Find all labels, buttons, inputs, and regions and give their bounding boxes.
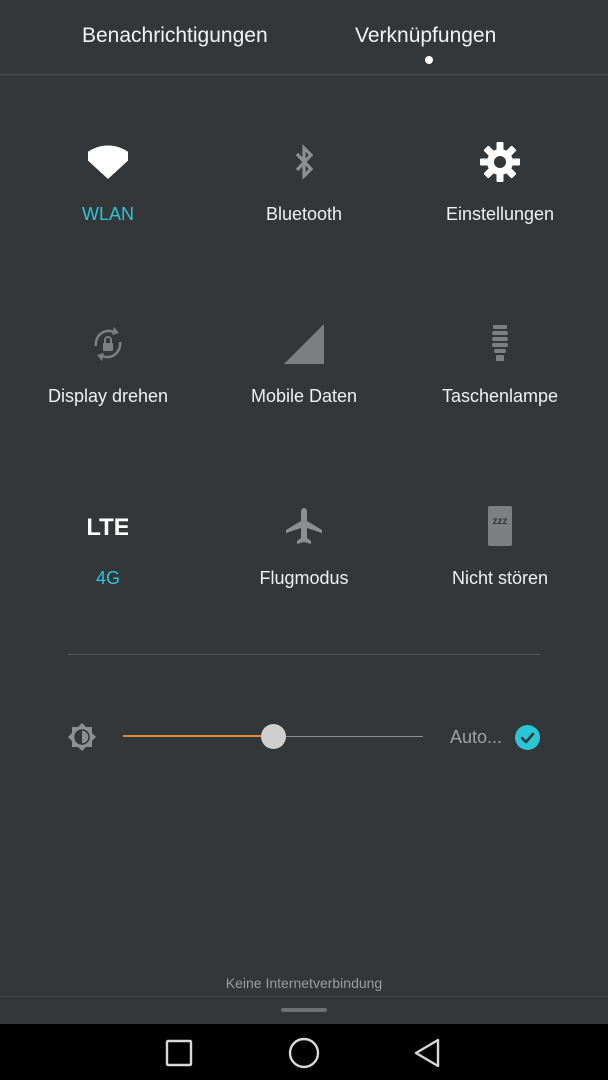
drag-handle[interactable] [281,1008,327,1012]
flashlight-icon [492,325,508,361]
tab-shortcuts[interactable]: Verknüpfungen [355,24,496,48]
tile-do-not-disturb[interactable]: zzz Nicht stören [402,506,598,646]
auto-brightness-label: Auto... [450,727,503,747]
tile-settings[interactable]: Einstellungen [402,142,598,282]
tile-bluetooth[interactable]: Bluetooth [206,142,402,282]
wifi-icon [88,145,128,179]
brightness-slider-thumb[interactable] [260,724,286,749]
tile-wlan[interactable]: WLAN [10,142,206,282]
quick-settings-tabs: Benachrichtigungen Verknüpfungen [0,0,608,75]
svg-text:zzz: zzz [493,516,508,527]
brightness-icon [68,723,96,751]
tile-label: Einstellungen [445,204,555,224]
navigation-bar [0,1024,608,1080]
lte-icon: LTE [88,514,128,541]
recent-apps-button[interactable] [162,1036,196,1070]
tile-mobile-data[interactable]: Mobile Daten [206,324,402,464]
tile-label: Flugmodus [259,568,349,588]
cellular-signal-icon [284,324,324,364]
auto-brightness-checkbox[interactable] [515,725,540,750]
gear-icon [480,142,520,182]
rotation-lock-icon [94,327,122,361]
tile-label: Nicht stören [451,568,549,588]
status-text: Keine Internetverbindung [225,975,383,991]
tile-4g[interactable]: LTE 4G [10,506,206,646]
tab-notifications[interactable]: Benachrichtigungen [82,24,268,48]
tile-airplane-mode[interactable]: Flugmodus [206,506,402,646]
tile-flashlight[interactable]: Taschenlampe [402,324,598,464]
bluetooth-icon [295,144,314,180]
svg-text:LTE: LTE [88,514,128,541]
tile-label: 4G [95,568,120,588]
do-not-disturb-icon: zzz [488,506,512,546]
tile-label: Taschenlampe [441,386,559,406]
tile-rotation[interactable]: Display drehen [10,324,206,464]
checkmark-icon [520,732,535,744]
active-tab-indicator [425,56,433,64]
brightness-slider-fill [123,735,273,737]
tile-label: Bluetooth [265,204,343,224]
footer-divider [0,996,608,997]
tile-label: Mobile Daten [250,386,358,406]
section-divider [68,654,540,655]
home-button[interactable] [287,1036,321,1070]
tile-label: WLAN [81,204,134,224]
airplane-icon [286,508,322,544]
back-button[interactable] [411,1036,445,1070]
tile-label: Display drehen [47,386,169,406]
